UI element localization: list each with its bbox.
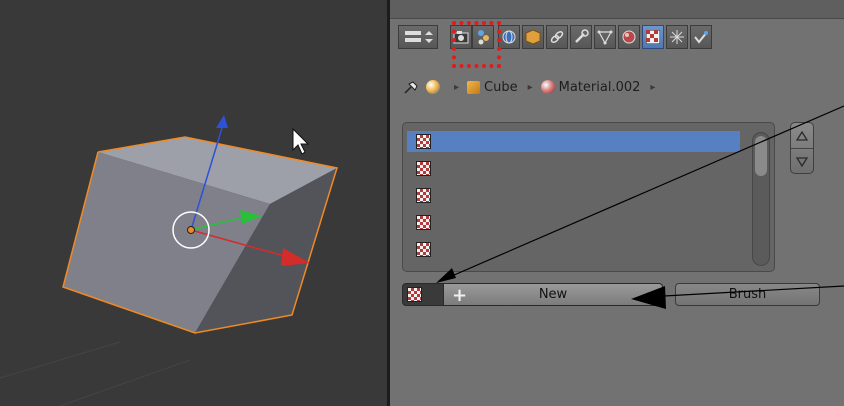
triangle-down-icon	[796, 156, 808, 167]
breadcrumb-object[interactable]: Cube	[467, 80, 518, 95]
checker-texture-icon	[416, 188, 431, 203]
new-texture-label: New	[538, 287, 568, 302]
cube-icon	[467, 80, 481, 94]
constraints-icon[interactable]	[546, 25, 568, 49]
list-scrollbar[interactable]	[752, 132, 770, 266]
checker-texture-icon	[416, 215, 431, 230]
texture-slot-row[interactable]	[407, 212, 740, 233]
3d-viewport[interactable]	[0, 0, 387, 406]
texture-slot-row[interactable]	[407, 158, 740, 179]
gizmo-z-arrow-icon	[216, 115, 228, 128]
texture-browse-button[interactable]	[402, 283, 444, 306]
checker-texture-icon	[407, 287, 422, 302]
particles-icon[interactable]	[666, 25, 688, 49]
new-texture-button[interactable]: + New	[444, 283, 663, 306]
properties-editor: ▸ Cube ▸ Material.002 ▸ + New Brush	[390, 0, 844, 406]
texture-slot-row[interactable]	[407, 239, 740, 260]
render-layers-icon[interactable]	[472, 25, 494, 49]
brush-button[interactable]: Brush	[675, 283, 820, 306]
object-icon[interactable]	[522, 25, 544, 49]
world-icon[interactable]	[498, 25, 520, 49]
breadcrumb-object-label: Cube	[484, 79, 518, 95]
editor-type-icon[interactable]	[398, 25, 438, 49]
texture-slot-row[interactable]	[407, 131, 740, 152]
breadcrumb-separator-icon: ▸	[650, 81, 656, 93]
list-scrollbar-thumb[interactable]	[755, 136, 767, 176]
screenshot-root: ▸ Cube ▸ Material.002 ▸ + New Brush	[0, 0, 844, 406]
plus-icon: +	[452, 285, 468, 306]
breadcrumb: ▸ Cube ▸ Material.002 ▸	[402, 76, 663, 98]
object-origin-dot	[187, 226, 195, 234]
brush-label: Brush	[728, 287, 767, 302]
checker-texture-icon	[416, 161, 431, 176]
modifiers-wrench-icon[interactable]	[570, 25, 592, 49]
render-camera-icon[interactable]	[450, 25, 472, 49]
panel-header-strip	[390, 0, 844, 19]
slot-move-buttons	[790, 122, 814, 174]
checker-texture-icon	[416, 134, 431, 149]
physics-icon[interactable]	[690, 25, 712, 49]
breadcrumb-separator-icon: ▸	[454, 81, 460, 93]
breadcrumb-material[interactable]: Material.002	[540, 79, 641, 95]
checker-texture-icon	[416, 242, 431, 257]
grid-line	[0, 341, 121, 379]
viewport-canvas	[0, 115, 338, 406]
material-icon[interactable]	[618, 25, 640, 49]
grid-line	[59, 359, 191, 406]
triangle-up-icon	[796, 130, 808, 141]
move-slot-up-button[interactable]	[791, 123, 813, 148]
object-data-icon[interactable]	[594, 25, 616, 49]
move-slot-down-button[interactable]	[791, 149, 813, 174]
breadcrumb-material-label: Material.002	[558, 79, 641, 95]
texture-slot-list[interactable]	[402, 122, 775, 272]
texture-icon[interactable]	[642, 25, 664, 49]
pin-icon[interactable]	[402, 79, 420, 95]
breadcrumb-object-context[interactable]	[426, 80, 444, 94]
texture-slot-row[interactable]	[407, 185, 740, 206]
mouse-cursor-icon	[292, 127, 310, 155]
material-sphere-icon	[540, 80, 555, 94]
breadcrumb-separator-icon: ▸	[527, 81, 533, 93]
object-context-icon	[426, 80, 440, 94]
